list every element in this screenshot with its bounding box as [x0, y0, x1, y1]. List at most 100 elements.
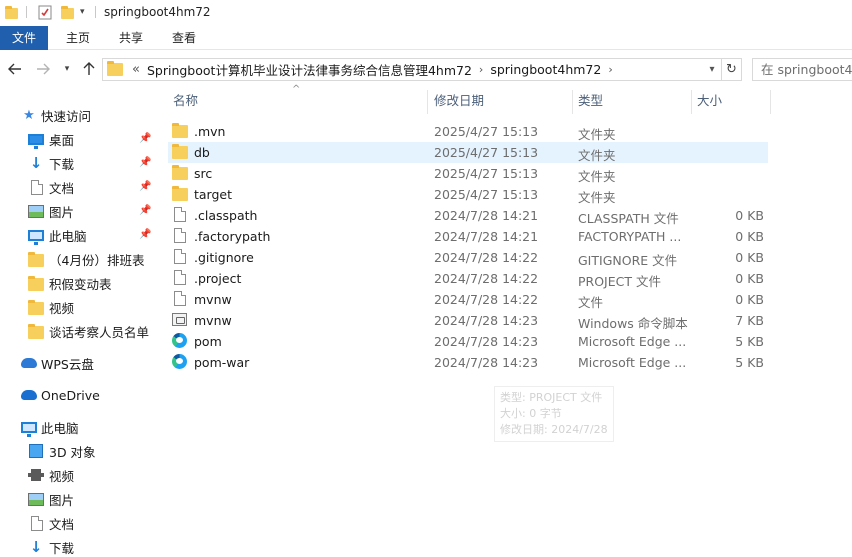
file-row[interactable]: target 2025/4/27 15:13 文件夹 — [168, 184, 768, 205]
file-row[interactable]: .classpath 2024/7/28 14:21 CLASSPATH 文件 0 K… — [168, 205, 768, 226]
file-name: pom — [194, 334, 222, 349]
file-name: mvnw — [194, 313, 232, 328]
pin-icon[interactable]: 📌 — [139, 181, 151, 193]
breadcrumb-current[interactable]: springboot4hm72 — [490, 62, 601, 77]
file-type: Windows 命令脚本 — [578, 316, 688, 331]
column-header-size[interactable]: 大小 — [697, 86, 767, 116]
nav-quick-access[interactable]: ★ 快速访问 — [0, 103, 156, 127]
file-name: src — [194, 166, 213, 181]
file-date: 2024/7/28 14:22 — [434, 250, 539, 265]
nav-item-interview-list[interactable]: 谈话考察人员名单 — [0, 319, 156, 343]
file-name: .mvn — [194, 124, 226, 139]
file-name: .gitignore — [194, 250, 254, 265]
file-row[interactable]: mvnw 2024/7/28 14:23 Windows 命令脚本 7 KB — [168, 310, 768, 331]
folder-icon — [27, 322, 45, 340]
file-row[interactable]: .gitignore 2024/7/28 14:22 GITIGNORE 文件 0 K… — [168, 247, 768, 268]
file-row[interactable]: .project 2024/7/28 14:22 PROJECT 文件 0 KB — [168, 268, 768, 289]
tooltip-date: 修改日期: 2024/7/28 14:22 — [500, 423, 608, 436]
cmd-script-icon — [172, 312, 188, 328]
nav-item-onedrive[interactable]: OneDrive — [0, 383, 156, 407]
nav-item-wps-cloud[interactable]: WPS云盘 — [0, 351, 156, 375]
file-row[interactable]: mvnw 2024/7/28 14:22 文件 0 KB — [168, 289, 768, 310]
file-row[interactable]: src 2025/4/27 15:13 文件夹 — [168, 163, 768, 184]
file-size: 5 KB — [735, 355, 764, 370]
file-size: 0 KB — [735, 271, 764, 286]
pin-icon[interactable]: 📌 — [139, 205, 151, 217]
column-divider[interactable] — [770, 90, 771, 114]
nav-item-downloads-pc[interactable]: ↓ 下载 — [0, 535, 156, 557]
file-row[interactable]: pom 2024/7/28 14:23 Microsoft Edge ... 5 KB — [168, 331, 768, 352]
tooltip-size: 大小: 0 字节 — [500, 407, 562, 420]
nav-item-pictures-pc[interactable]: 图片 — [0, 487, 156, 511]
desktop-icon — [27, 130, 45, 149]
nav-item-videos-folder[interactable]: 视频 — [0, 295, 156, 319]
folder-icon[interactable] — [5, 4, 18, 20]
nav-item-this-pc-root[interactable]: 此电脑 — [0, 415, 156, 439]
onedrive-icon — [20, 386, 38, 404]
pin-icon[interactable]: 📌 — [139, 157, 151, 169]
chevron-down-icon[interactable]: ▾ — [705, 62, 719, 77]
folder-icon — [172, 144, 188, 160]
pin-icon[interactable]: 📌 — [139, 133, 151, 145]
file-icon — [172, 270, 188, 286]
nav-item-schedule[interactable]: （4月份）排班表 — [0, 247, 156, 271]
breadcrumb-parent[interactable]: Springboot计算机毕业设计法律事务综合信息管理4hm72 — [147, 60, 472, 79]
nav-item-downloads[interactable]: ↓ 下载 📌 — [0, 151, 156, 175]
file-type: 文件 — [578, 295, 604, 310]
file-size: 7 KB — [735, 313, 764, 328]
chevron-right-icon[interactable]: › — [608, 63, 612, 76]
folder-icon — [27, 298, 45, 316]
file-date: 2024/7/28 14:23 — [434, 313, 539, 328]
nav-item-documents-pc[interactable]: 文档 — [0, 511, 156, 535]
file-size: 0 KB — [735, 208, 764, 223]
properties-icon[interactable] — [37, 4, 53, 20]
file-date: 2024/7/28 14:21 — [434, 229, 539, 244]
file-row[interactable]: pom-war 2024/7/28 14:23 Microsoft Edge ...… — [168, 352, 768, 373]
nav-item-3d-objects[interactable]: 3D 对象 — [0, 439, 156, 463]
column-divider[interactable] — [427, 90, 428, 114]
pin-icon[interactable]: 📌 — [139, 229, 151, 241]
up-button[interactable] — [80, 60, 98, 78]
file-row[interactable]: db 2025/4/27 15:13 文件夹 — [168, 142, 768, 163]
column-header-date[interactable]: 修改日期 — [434, 86, 574, 116]
refresh-button[interactable]: ↻ — [722, 58, 742, 81]
nav-item-pictures[interactable]: 图片 📌 — [0, 199, 156, 223]
nav-label: 文档 — [49, 516, 75, 532]
column-divider[interactable] — [572, 90, 573, 114]
file-type: FACTORYPATH ... — [578, 229, 682, 244]
search-input[interactable]: 在 springboot4hm72 中搜索 — [752, 58, 852, 81]
nav-item-documents[interactable]: 文档 📌 — [0, 175, 156, 199]
new-folder-icon[interactable] — [61, 4, 74, 20]
tab-file[interactable]: 文件 — [0, 26, 48, 50]
tab-view[interactable]: 查看 — [164, 26, 204, 50]
file-icon — [172, 207, 188, 223]
nav-label: 下载 — [49, 156, 75, 172]
file-icon — [172, 249, 188, 265]
tab-home[interactable]: 主页 — [58, 26, 98, 50]
nav-label: 文档 — [49, 180, 75, 196]
file-type: 文件夹 — [578, 148, 616, 163]
title-bar: ▾ springboot4hm72 — [0, 0, 852, 26]
chevron-right-icon[interactable]: › — [479, 63, 483, 76]
recent-locations-button[interactable]: ▾ — [60, 60, 74, 78]
folder-icon — [172, 165, 188, 181]
file-type: GITIGNORE 文件 — [578, 253, 678, 268]
column-header-name[interactable]: 名称 — [173, 86, 423, 116]
nav-item-this-pc[interactable]: 此电脑 📌 — [0, 223, 156, 247]
customize-toolbar-icon[interactable]: ▾ — [80, 4, 85, 20]
column-divider[interactable] — [691, 90, 692, 114]
address-bar[interactable]: « Springboot计算机毕业设计法律事务综合信息管理4hm72 › spr… — [102, 58, 722, 81]
file-row[interactable]: .factorypath 2024/7/28 14:21 FACTORYPATH .… — [168, 226, 768, 247]
overflow-chevron[interactable]: « — [132, 62, 140, 77]
tab-share[interactable]: 共享 — [111, 26, 151, 50]
forward-button[interactable] — [34, 60, 52, 78]
edge-icon — [172, 354, 188, 370]
file-row[interactable]: .mvn 2025/4/27 15:13 文件夹 — [168, 121, 768, 142]
nav-item-videos[interactable]: 视频 — [0, 463, 156, 487]
nav-item-desktop[interactable]: 桌面 📌 — [0, 127, 156, 151]
nav-item-leave-changes[interactable]: 积假变动表 — [0, 271, 156, 295]
divider — [95, 6, 96, 18]
column-header-type[interactable]: 类型 — [578, 86, 688, 116]
back-button[interactable] — [6, 60, 24, 78]
documents-icon — [27, 178, 45, 196]
